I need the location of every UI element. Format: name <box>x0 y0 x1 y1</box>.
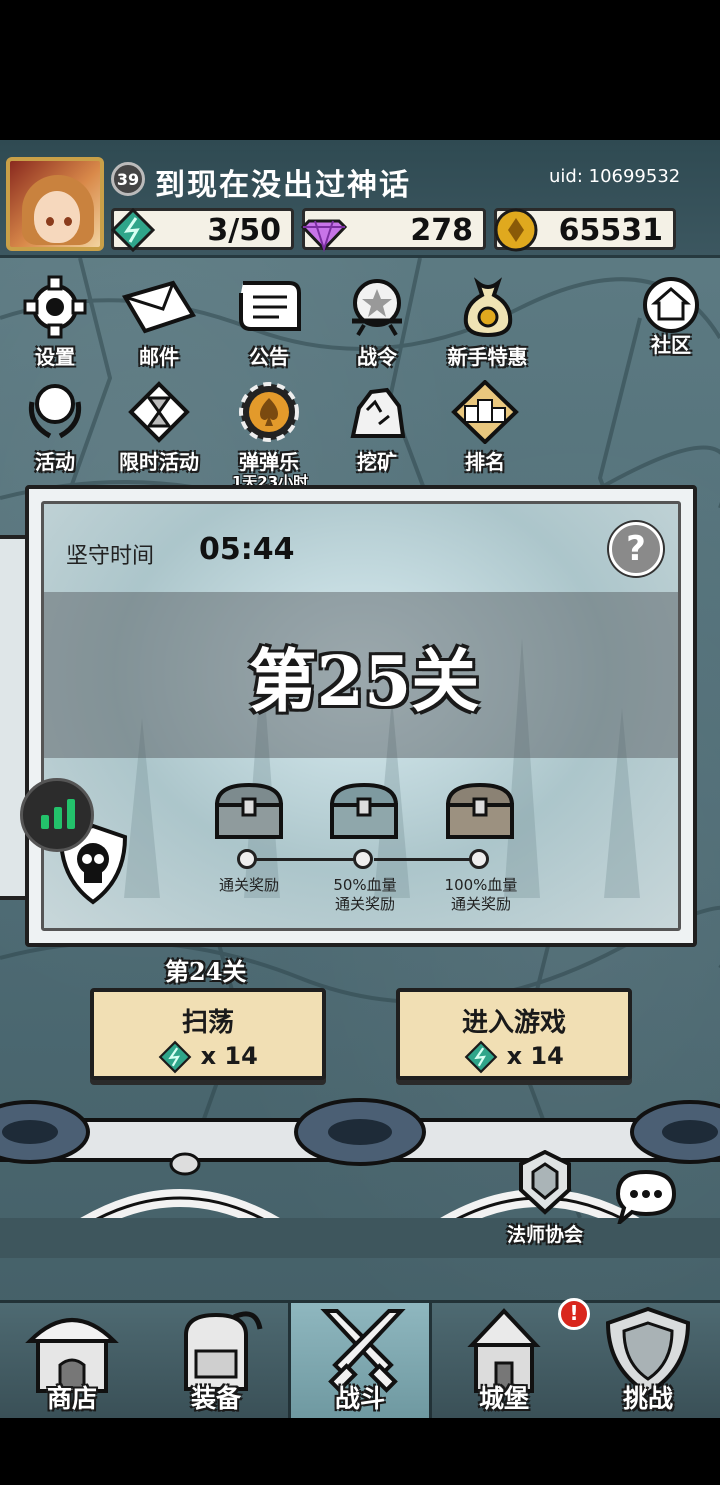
menu-announcement[interactable]: 公告 <box>214 275 324 375</box>
player-name[interactable]: 到现在没出过神话 <box>155 160 411 204</box>
reward-node <box>237 849 257 869</box>
nav-castle[interactable]: 城堡 <box>432 1303 576 1418</box>
hourglass-icon <box>128 381 190 443</box>
gem-counter[interactable]: 278 <box>301 208 486 253</box>
gold-coin-icon <box>494 208 538 252</box>
money-bag-icon <box>463 277 512 338</box>
sweep-label: 扫荡 <box>181 1008 234 1038</box>
energy-icon <box>158 1040 192 1074</box>
help-button[interactable]: ? <box>609 522 663 576</box>
hold-time-label: 坚守时间 <box>66 544 155 569</box>
menu-battle-pass[interactable]: 战令 <box>322 275 432 375</box>
reward-progress-line <box>374 858 470 861</box>
menu-settings[interactable]: 设置 <box>0 275 110 375</box>
hold-time-value: 05:44 <box>199 532 295 567</box>
previous-stage-label: 第24关 <box>165 957 247 986</box>
energy-icon <box>464 1040 498 1074</box>
game-screen: 39 到现在没出过神话 uid: 10699532 3/50 278 65531 <box>0 140 720 1418</box>
avatar[interactable] <box>6 157 104 251</box>
menu-label: 限时活动 <box>119 450 199 474</box>
player-uid: uid: 10699532 <box>549 166 681 187</box>
gem-icon <box>301 219 347 253</box>
enter-game-label: 进入游戏 <box>461 1008 566 1038</box>
menu-events[interactable]: 活动 <box>0 380 110 480</box>
nav-challenge[interactable]: 挑战 <box>576 1303 720 1418</box>
stage-title: 第25关 <box>248 642 480 722</box>
menu-community[interactable]: 社区 <box>616 275 720 375</box>
nav-label: 挑战 <box>622 1384 673 1413</box>
menu-label: 设置 <box>35 345 75 369</box>
laurel-icon <box>28 384 82 439</box>
enter-game-button[interactable]: 进入游戏 x 14 <box>396 988 632 1080</box>
menu-mining[interactable]: 挖矿 <box>322 380 432 480</box>
bottom-letterbox <box>0 1418 720 1485</box>
energy-icon <box>110 207 156 253</box>
menu-label: 挖矿 <box>357 450 397 474</box>
reward-chest-icon[interactable] <box>326 779 402 843</box>
scroll-icon <box>239 281 301 331</box>
mail-icon <box>121 280 197 334</box>
gem-value: 278 <box>410 213 473 248</box>
nav-label: 装备 <box>190 1384 241 1413</box>
enter-game-cost: x 14 <box>400 1040 628 1074</box>
gear-icon <box>23 275 87 339</box>
menu-label: 邮件 <box>139 345 179 369</box>
chat-bubble-icon[interactable] <box>614 1168 678 1224</box>
mage-guild-label: 法师协会 <box>506 1224 583 1246</box>
stage-panel: 坚守时间 05:44 ? 第25关 通关奖励 50%血量 通关奖励 100%血量… <box>41 501 681 931</box>
menu-label: 活动 <box>35 450 75 474</box>
mage-guild-icon <box>519 1149 571 1215</box>
signal-overlay-button[interactable] <box>20 778 94 852</box>
nav-battle[interactable]: 战斗 <box>288 1303 432 1418</box>
spade-chip-icon <box>239 382 299 442</box>
nav-shop[interactable]: 商店 <box>0 1303 144 1418</box>
energy-value: 3/50 <box>207 213 281 248</box>
reward-label: 100%血量 通关奖励 <box>444 876 518 913</box>
mage-guild-building[interactable]: 法师协会 <box>475 1149 615 1247</box>
reward-chest-icon[interactable] <box>442 779 518 843</box>
gold-counter[interactable]: 65531 <box>494 208 676 252</box>
menu-ranking[interactable]: 排名 <box>430 380 540 480</box>
top-letterbox <box>0 0 720 140</box>
menu-label: 公告 <box>249 345 289 369</box>
bottom-nav: 商店 装备 战斗 城堡 挑战 <box>0 1300 720 1418</box>
menu-label: 新手特惠 <box>447 345 528 369</box>
menu-mail[interactable]: 邮件 <box>104 275 214 375</box>
nav-label: 商店 <box>46 1384 97 1413</box>
menu-label: 排名 <box>465 450 505 474</box>
reward-chest-icon[interactable] <box>211 779 287 843</box>
level-badge: 39 <box>111 162 145 196</box>
nav-equipment[interactable]: 装备 <box>144 1303 288 1418</box>
menu-newbie-deal[interactable]: 新手特惠 <box>430 275 545 375</box>
castle-alert-badge: ! <box>558 1298 590 1330</box>
battle-pass-icon <box>352 279 402 337</box>
reward-label: 50%血量 通关奖励 <box>333 876 397 913</box>
home-icon <box>643 277 699 333</box>
gold-value: 65531 <box>558 213 663 248</box>
podium-icon <box>451 380 519 444</box>
nav-label: 战斗 <box>334 1384 385 1413</box>
menu-label: 社区 <box>651 333 691 357</box>
reward-node <box>353 849 373 869</box>
player-header: 39 到现在没出过神话 uid: 10699532 3/50 278 65531 <box>0 140 720 258</box>
sweep-cost: x 14 <box>94 1040 322 1074</box>
energy-counter[interactable]: 3/50 <box>110 207 294 253</box>
reward-node <box>469 849 489 869</box>
reward-label: 通关奖励 <box>218 876 279 894</box>
sweep-cost-value: x 14 <box>200 1042 258 1070</box>
enter-game-cost-value: x 14 <box>506 1042 564 1070</box>
menu-bounce[interactable]: 弹弹乐 <box>214 380 324 480</box>
ore-icon <box>350 387 406 438</box>
sweep-button[interactable]: 扫荡 x 14 <box>90 988 326 1080</box>
menu-label: 战令 <box>357 345 397 369</box>
nav-label: 城堡 <box>478 1384 529 1413</box>
reward-progress-line <box>254 858 354 861</box>
menu-limited-events[interactable]: 限时活动 <box>104 380 214 480</box>
